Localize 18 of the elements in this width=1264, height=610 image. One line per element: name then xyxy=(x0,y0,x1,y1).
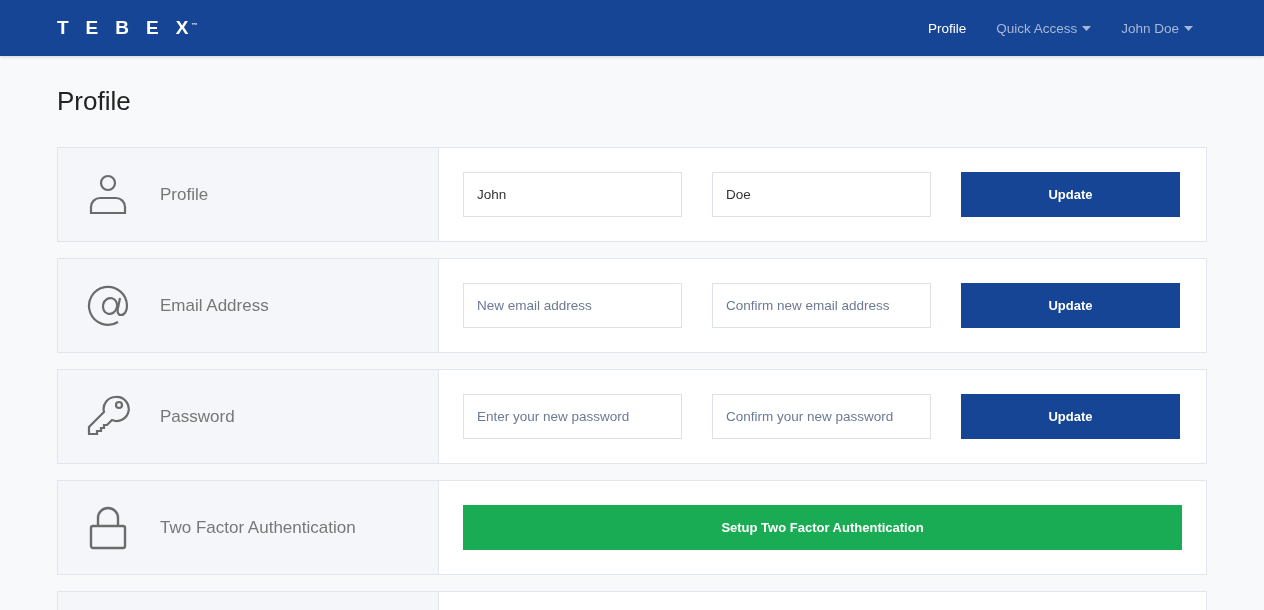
input-field[interactable]: Confirm new email address xyxy=(712,283,931,328)
section-label: Password xyxy=(160,406,235,427)
input-field[interactable]: John xyxy=(463,172,682,217)
nav-link[interactable]: Quick Access xyxy=(996,20,1092,36)
nav-link[interactable]: John Doe xyxy=(1121,20,1193,36)
section-label: Email Address xyxy=(160,295,269,316)
section-label: Profile xyxy=(160,184,209,205)
update-button[interactable]: Update xyxy=(961,172,1180,217)
section-label: Two Factor Authentication xyxy=(160,517,356,538)
input-field[interactable]: New email address xyxy=(463,283,682,328)
update-button[interactable]: Update xyxy=(961,394,1180,439)
input-field[interactable]: Doe xyxy=(712,172,931,217)
input-field[interactable]: Enter your new password xyxy=(463,394,682,439)
at-sign-icon xyxy=(86,283,130,328)
nav-link[interactable]: Profile xyxy=(927,20,967,36)
input-field[interactable]: Confirm your new password xyxy=(712,394,931,439)
page-title: Profile xyxy=(57,86,132,117)
update-button[interactable]: Update xyxy=(961,283,1180,328)
